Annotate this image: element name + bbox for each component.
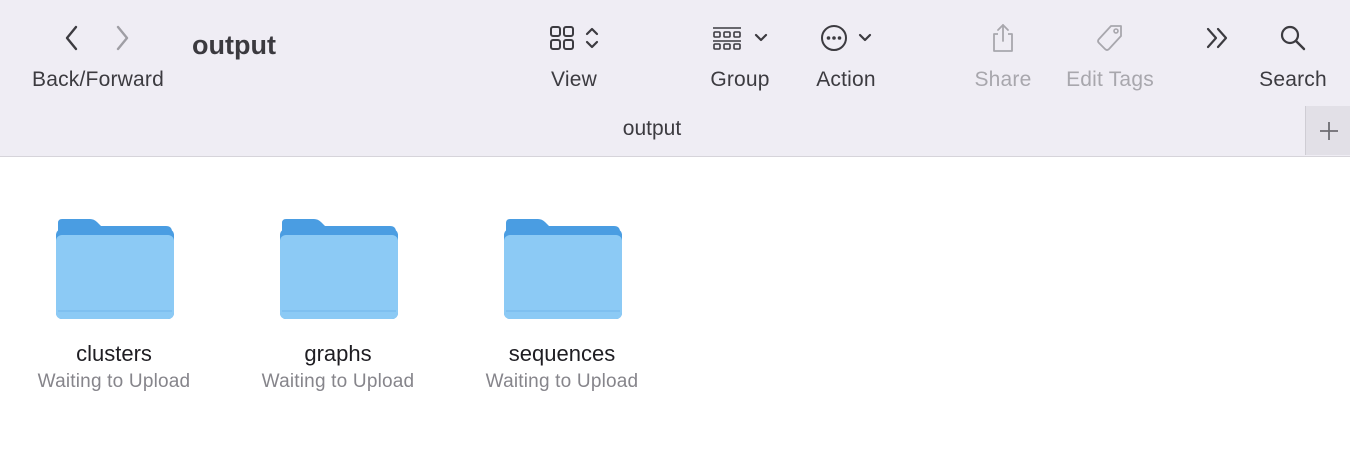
item-name: sequences	[508, 341, 616, 366]
chevron-down-icon	[754, 33, 768, 43]
folder-icon	[500, 213, 624, 323]
toolbar: Back/Forward output View Group Action Sh…	[0, 0, 1350, 106]
view-label: View	[551, 68, 597, 91]
plus-icon	[1318, 120, 1340, 142]
group-button[interactable]: Group	[700, 0, 780, 106]
action-label: Action	[816, 68, 876, 91]
edit-tags-button[interactable]: Edit Tags	[1056, 0, 1164, 106]
view-button[interactable]: View	[532, 0, 616, 106]
group-grid-icon	[712, 25, 742, 51]
search-label: Search	[1259, 68, 1327, 91]
folder-icon	[52, 213, 176, 323]
icon-grid-icon	[549, 25, 575, 51]
upload-status: Waiting to Upload	[37, 371, 191, 392]
new-tab-button[interactable]	[1305, 106, 1350, 155]
window-title: output	[192, 30, 276, 60]
edit-tags-label: Edit Tags	[1066, 68, 1154, 91]
action-button[interactable]: Action	[806, 0, 886, 106]
back-forward-group: Back/Forward	[20, 0, 176, 106]
folder-item[interactable]: clusters Waiting to Upload	[14, 213, 214, 393]
back-chevron-icon[interactable]	[58, 20, 86, 56]
up-down-chevron-icon	[585, 25, 599, 51]
ellipsis-circle-icon	[820, 24, 848, 52]
folder-item[interactable]: sequences Waiting to Upload	[462, 213, 662, 393]
upload-status: Waiting to Upload	[485, 371, 639, 392]
tag-icon	[1095, 23, 1125, 53]
item-name: clusters	[76, 341, 152, 366]
folder-item[interactable]: graphs Waiting to Upload	[238, 213, 438, 393]
search-button[interactable]: Search	[1252, 0, 1334, 106]
chevron-down-icon	[858, 33, 872, 43]
group-label: Group	[710, 68, 770, 91]
search-icon	[1279, 24, 1307, 52]
forward-chevron-icon[interactable]	[108, 20, 136, 56]
share-label: Share	[974, 68, 1032, 91]
tab-output[interactable]: output	[0, 106, 1304, 152]
folder-icon	[276, 213, 400, 323]
back-forward-label: Back/Forward	[32, 68, 164, 91]
upload-status: Waiting to Upload	[261, 371, 415, 392]
tab-bar: output	[0, 106, 1350, 157]
more-toolbar-button[interactable]	[1198, 0, 1238, 106]
double-chevron-right-icon	[1204, 25, 1232, 51]
share-icon	[990, 23, 1016, 53]
file-browser-content: clusters Waiting to Upload graphs Waitin…	[0, 157, 1350, 468]
item-name: graphs	[304, 341, 372, 366]
finder-window: Back/Forward output View Group Action Sh…	[0, 0, 1350, 468]
share-button[interactable]: Share	[966, 0, 1040, 106]
